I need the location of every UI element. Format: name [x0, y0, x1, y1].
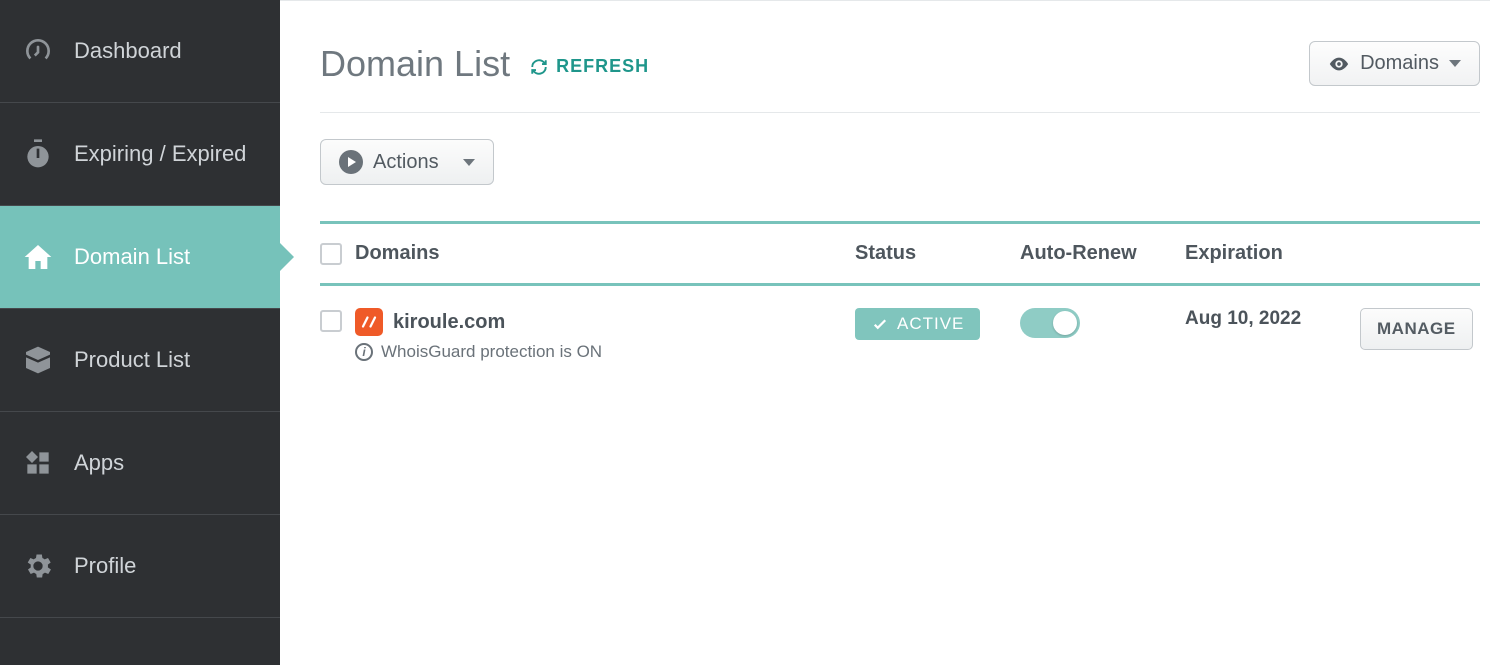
page-title: Domain List — [320, 43, 510, 85]
actions-label: Actions — [373, 151, 439, 174]
sidebar-item-product-list[interactable]: Product List — [0, 309, 280, 412]
sidebar-item-dashboard[interactable]: Dashboard — [0, 0, 280, 103]
domain-name[interactable]: kiroule.com — [393, 311, 505, 334]
status-badge: ACTIVE — [855, 308, 980, 340]
view-dropdown[interactable]: Domains — [1309, 41, 1480, 86]
stopwatch-icon — [20, 136, 56, 172]
sidebar-item-label: Profile — [74, 553, 136, 579]
view-dropdown-label: Domains — [1360, 52, 1439, 75]
refresh-button[interactable]: REFRESH — [530, 56, 649, 77]
manage-button[interactable]: MANAGE — [1360, 308, 1473, 350]
refresh-icon — [530, 58, 548, 76]
toolbar: Actions — [320, 113, 1480, 221]
check-icon — [871, 315, 889, 333]
page-header: Domain List REFRESH Domains — [320, 41, 1480, 113]
sidebar-item-apps[interactable]: Apps — [0, 412, 280, 515]
column-domains[interactable]: Domains — [355, 242, 855, 265]
expiration-date: Aug 10, 2022 — [1185, 308, 1301, 329]
sidebar-item-profile[interactable]: Profile — [0, 515, 280, 618]
column-status[interactable]: Status — [855, 242, 1020, 265]
table-header: Domains Status Auto-Renew Expiration — [320, 221, 1480, 286]
info-icon: i — [355, 343, 373, 361]
status-label: ACTIVE — [897, 314, 964, 334]
chevron-down-icon — [1449, 60, 1461, 67]
home-icon — [20, 239, 56, 275]
column-expiration[interactable]: Expiration — [1185, 242, 1360, 265]
actions-button[interactable]: Actions — [320, 139, 494, 185]
sidebar: Dashboard Expiring / Expired Domain List… — [0, 0, 280, 665]
play-icon — [339, 150, 363, 174]
box-icon — [20, 342, 56, 378]
sidebar-item-label: Expiring / Expired — [74, 141, 246, 167]
row-checkbox[interactable] — [320, 310, 342, 332]
namecheap-logo-icon — [355, 308, 383, 336]
sidebar-item-domain-list[interactable]: Domain List — [0, 206, 280, 309]
chevron-down-icon — [463, 159, 475, 166]
auto-renew-toggle[interactable] — [1020, 308, 1080, 338]
select-all-checkbox[interactable] — [320, 243, 342, 265]
sidebar-item-label: Apps — [74, 450, 124, 476]
gear-icon — [20, 548, 56, 584]
sidebar-item-label: Product List — [74, 347, 190, 373]
whois-text: WhoisGuard protection is ON — [381, 342, 602, 362]
main-content: Domain List REFRESH Domains Actions Dom — [280, 0, 1490, 665]
apps-icon — [20, 445, 56, 481]
refresh-label: REFRESH — [556, 56, 649, 77]
sidebar-item-expiring[interactable]: Expiring / Expired — [0, 103, 280, 206]
sidebar-item-label: Dashboard — [74, 38, 182, 64]
sidebar-item-label: Domain List — [74, 244, 190, 270]
eye-icon — [1328, 53, 1350, 75]
column-auto-renew[interactable]: Auto-Renew — [1020, 242, 1185, 265]
table-row: kiroule.com i WhoisGuard protection is O… — [320, 286, 1480, 384]
gauge-icon — [20, 33, 56, 69]
